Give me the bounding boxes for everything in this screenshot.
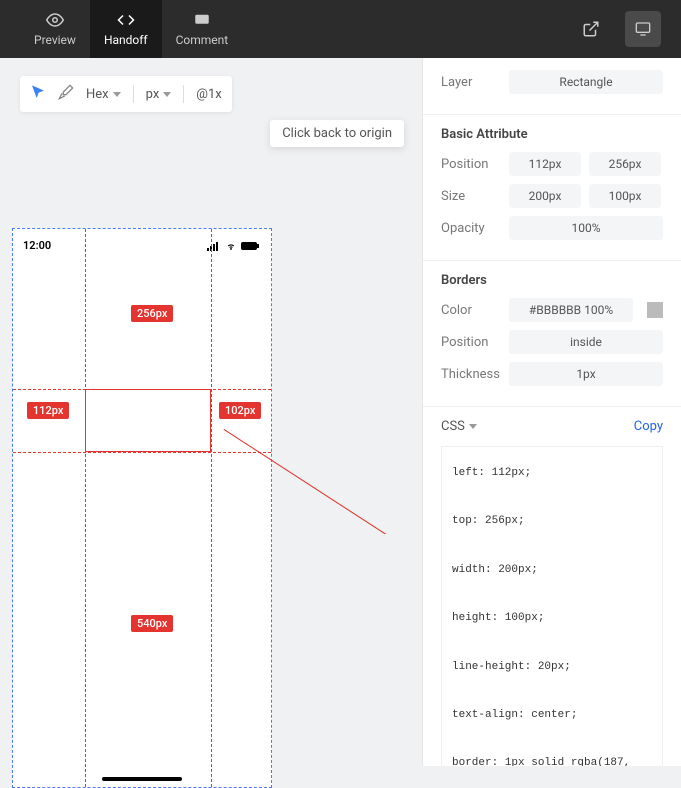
- artboard[interactable]: 12:00 256px 112px 102px 540px: [12, 228, 272, 788]
- measurement-badge-right: 102px: [219, 402, 261, 419]
- external-link-button[interactable]: [573, 11, 609, 47]
- guide-horizontal-bottom: [13, 452, 271, 453]
- section-title: Borders: [441, 273, 663, 288]
- css-format-select[interactable]: CSS: [441, 419, 477, 434]
- device-preview-button[interactable]: [625, 11, 661, 47]
- code-icon: [117, 11, 135, 29]
- measurement-badge-left: 112px: [27, 402, 69, 419]
- tab-label: Preview: [34, 33, 76, 47]
- opacity-value[interactable]: 100%: [509, 216, 663, 240]
- measurement-badge-top: 256px: [131, 305, 173, 322]
- layer-value[interactable]: Rectangle: [509, 70, 663, 94]
- border-color-value[interactable]: #BBBBBB 100%: [509, 298, 633, 322]
- signal-icon: [207, 241, 221, 251]
- eyedropper-tool[interactable]: [58, 84, 74, 104]
- css-code-output[interactable]: left: 112px; top: 256px; width: 200px; h…: [441, 446, 663, 766]
- chevron-down-icon: [113, 92, 121, 97]
- color-unit-select[interactable]: Hex: [86, 87, 121, 102]
- status-time: 12:00: [23, 239, 51, 252]
- comment-icon: [193, 11, 211, 29]
- eye-icon: [46, 11, 64, 29]
- wifi-icon: [224, 241, 238, 251]
- device-status-bar: 12:00: [23, 239, 261, 252]
- back-to-origin-tooltip[interactable]: Click back to origin: [270, 120, 404, 147]
- properties-panel: Layer Rectangle Basic Attribute Position…: [422, 58, 681, 766]
- opacity-label: Opacity: [441, 221, 501, 236]
- home-indicator: [102, 777, 182, 781]
- border-position-value[interactable]: inside: [509, 330, 663, 354]
- copy-button[interactable]: Copy: [634, 419, 663, 434]
- layer-section: Layer Rectangle: [423, 58, 681, 115]
- border-color-label: Color: [441, 303, 501, 318]
- unit-label: Hex: [86, 87, 109, 102]
- battery-icon: [241, 241, 261, 251]
- cursor-tool[interactable]: [30, 84, 46, 104]
- guide-vertical-right: [211, 229, 212, 787]
- eyedropper-icon: [58, 84, 74, 100]
- position-label: Position: [441, 157, 501, 172]
- size-height[interactable]: 100px: [589, 184, 661, 208]
- position-y[interactable]: 256px: [589, 152, 661, 176]
- tab-comment[interactable]: Comment: [162, 0, 243, 58]
- tab-preview[interactable]: Preview: [20, 0, 90, 58]
- border-thickness-label: Thickness: [441, 367, 501, 382]
- chevron-down-icon: [469, 424, 477, 429]
- zoom-select[interactable]: @1x: [196, 87, 221, 102]
- divider: [183, 85, 184, 103]
- color-swatch[interactable]: [647, 302, 663, 318]
- chevron-down-icon: [163, 92, 171, 97]
- measurement-badge-bottom: 540px: [131, 615, 173, 632]
- css-label: CSS: [441, 419, 465, 434]
- section-title: Basic Attribute: [441, 127, 663, 142]
- divider: [133, 85, 134, 103]
- main-area: Hex px @1x Click back to origin 12:00 25…: [0, 58, 681, 766]
- cursor-icon: [30, 84, 46, 100]
- borders-section: Borders Color #BBBBBB 100% Position insi…: [423, 261, 681, 407]
- size-width[interactable]: 200px: [509, 184, 581, 208]
- layer-label: Layer: [441, 75, 501, 90]
- size-label: Size: [441, 189, 501, 204]
- external-link-icon: [582, 20, 600, 38]
- border-thickness-value[interactable]: 1px: [509, 362, 663, 386]
- tab-label: Comment: [176, 33, 229, 47]
- basic-attribute-section: Basic Attribute Position 112px 256px Siz…: [423, 115, 681, 261]
- zoom-label: @1x: [196, 87, 221, 102]
- top-toolbar: Preview Handoff Comment: [0, 0, 681, 58]
- border-position-label: Position: [441, 335, 501, 350]
- monitor-icon: [635, 21, 651, 37]
- guide-vertical-left: [85, 229, 86, 787]
- tab-handoff[interactable]: Handoff: [90, 0, 162, 58]
- unit-label: px: [146, 87, 160, 102]
- css-section-header: CSS Copy: [423, 407, 681, 446]
- status-indicators: [207, 239, 261, 252]
- canvas-panel: Hex px @1x Click back to origin 12:00 25…: [0, 58, 422, 766]
- canvas-toolbar: Hex px @1x: [20, 76, 232, 112]
- length-unit-select[interactable]: px: [146, 87, 172, 102]
- selected-rectangle[interactable]: [85, 389, 211, 452]
- tab-label: Handoff: [104, 33, 148, 47]
- position-x[interactable]: 112px: [509, 152, 581, 176]
